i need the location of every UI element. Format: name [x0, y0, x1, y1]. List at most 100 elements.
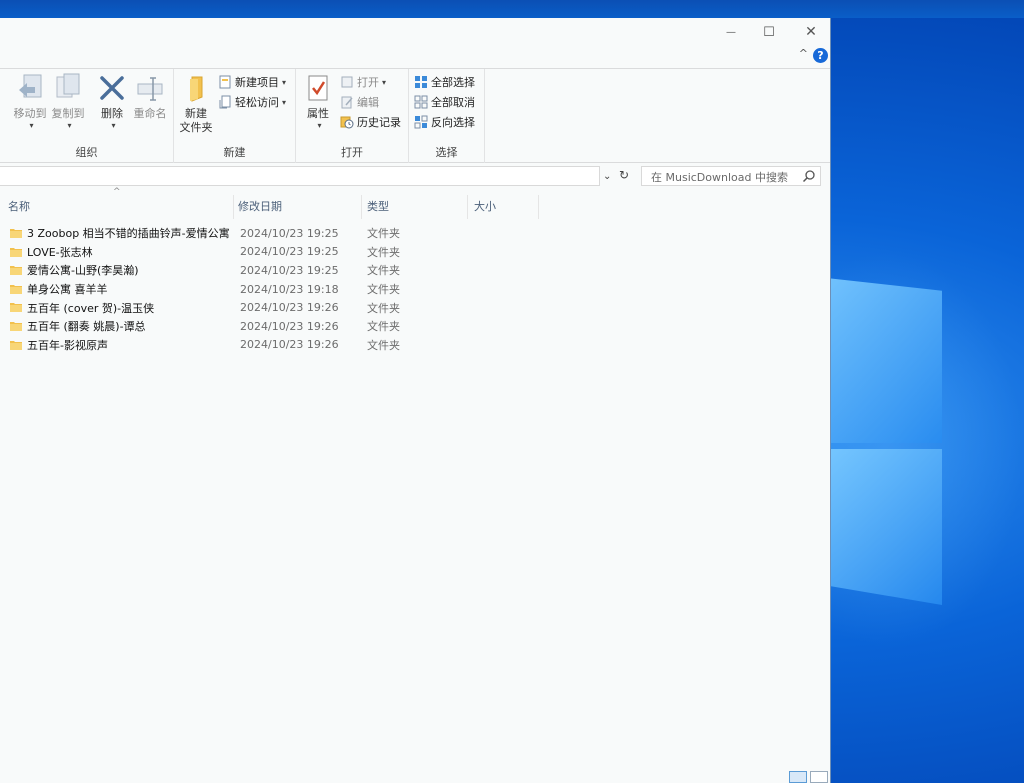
copy-to-button[interactable]: 复制到 ▾	[50, 73, 86, 130]
close-button[interactable]: ✕	[789, 18, 833, 46]
properties-label: 属性	[307, 107, 329, 120]
easy-access-icon	[219, 95, 231, 109]
history-button[interactable]: 历史记录	[340, 113, 401, 131]
select-group-label: 选择	[435, 146, 458, 159]
select-none-button[interactable]: 全部取消	[414, 93, 475, 111]
address-row: ⌄ ↻ 在 MusicDownload 中搜索	[0, 163, 830, 189]
file-type: 文件夹	[367, 264, 400, 278]
column-header-size[interactable]: 大小	[466, 189, 538, 219]
new-folder-label-2: 文件夹	[179, 121, 213, 134]
delete-button[interactable]: 删除 ▾	[96, 73, 128, 130]
file-type: 文件夹	[367, 301, 400, 315]
file-row[interactable]: 单身公寓 喜羊羊 2024/10/23 19:18 文件夹	[0, 280, 830, 299]
new-folder-icon	[190, 76, 203, 102]
file-date: 2024/10/23 19:26	[240, 338, 339, 352]
move-to-icon	[19, 74, 42, 98]
select-none-label: 全部取消	[431, 96, 475, 109]
explorer-window: — ☐ ✕ ^ ? 移动到 ▾ 复制到 ▾ 删除 ▾ 重命名 组织 新建 文件夹…	[0, 18, 831, 783]
file-type: 文件夹	[367, 320, 400, 334]
delete-dropdown-icon: ▾	[111, 121, 116, 130]
address-bar[interactable]	[0, 166, 600, 186]
file-row[interactable]: 五百年-影视原声 2024/10/23 19:26 文件夹	[0, 336, 830, 355]
easy-access-dropdown-icon: ▾	[282, 97, 287, 107]
select-all-button[interactable]: 全部选择	[414, 73, 475, 91]
column-header-date[interactable]: 修改日期	[230, 189, 360, 219]
file-name: 3 Zoobop 相当不错的插曲铃声-爱情公寓	[27, 227, 230, 241]
title-bar: — ☐ ✕	[0, 18, 830, 46]
edit-button[interactable]: 编辑	[340, 93, 379, 111]
search-placeholder: 在 MusicDownload 中搜索	[651, 171, 788, 184]
select-all-icon	[415, 76, 427, 88]
minimize-icon: —	[726, 26, 736, 38]
invert-selection-button[interactable]: 反向选择	[414, 113, 475, 131]
organize-group-label: 组织	[75, 146, 98, 159]
maximize-icon: ☐	[763, 24, 775, 40]
view-toggle-group	[789, 771, 828, 783]
file-row[interactable]: 3 Zoobop 相当不错的插曲铃声-爱情公寓 2024/10/23 19:25…	[0, 224, 830, 243]
open-button[interactable]: 打开 ▾	[340, 73, 386, 91]
file-name: 五百年 (cover 贺)-温玉侠	[27, 301, 155, 315]
file-row[interactable]: LOVE-张志林 2024/10/23 19:25 文件夹	[0, 243, 830, 262]
open-icon	[341, 76, 353, 88]
column-header-row: ^ 名称 修改日期 类型 大小	[0, 187, 830, 219]
folder-icon	[10, 229, 22, 238]
easy-access-label: 轻松访问	[235, 96, 279, 109]
file-row[interactable]: 五百年 (cover 贺)-温玉侠 2024/10/23 19:26 文件夹	[0, 298, 830, 317]
easy-access-button[interactable]: 轻松访问 ▾	[218, 93, 286, 111]
copy-to-icon	[56, 73, 80, 98]
file-type: 文件夹	[367, 227, 400, 241]
refresh-icon[interactable]: ↻	[616, 168, 632, 184]
new-item-icon	[219, 75, 231, 89]
ribbon-collapse-icon[interactable]: ^	[799, 47, 808, 60]
properties-check-icon	[308, 75, 328, 101]
file-name: 爱情公寓-山野(李昊瀚)	[27, 264, 139, 278]
address-history-chevron-icon[interactable]: ⌄	[603, 171, 611, 182]
file-date: 2024/10/23 19:26	[240, 319, 339, 333]
file-type: 文件夹	[367, 245, 400, 259]
properties-dropdown-icon: ▾	[317, 121, 322, 130]
windows-logo-pane-bottom	[831, 449, 942, 605]
search-input[interactable]: 在 MusicDownload 中搜索	[641, 166, 821, 186]
folder-icon	[10, 340, 22, 350]
history-icon	[340, 116, 354, 129]
large-icons-view-button[interactable]	[810, 771, 828, 783]
close-icon: ✕	[805, 24, 817, 40]
help-icon[interactable]: ?	[813, 48, 828, 63]
rename-button[interactable]: 重命名	[130, 73, 170, 121]
edit-label: 编辑	[357, 96, 379, 109]
file-type: 文件夹	[367, 283, 400, 297]
rename-label: 重命名	[133, 107, 167, 120]
delete-label: 删除	[101, 107, 123, 120]
new-group-label: 新建	[223, 146, 246, 159]
file-name: 单身公寓 喜羊羊	[27, 283, 108, 297]
column-header-type[interactable]: 类型	[359, 189, 467, 219]
file-row[interactable]: 五百年 (翻奏 姚晨)-谭总 2024/10/23 19:26 文件夹	[0, 317, 830, 336]
ribbon-tab-row: ^ ?	[0, 46, 830, 68]
file-name: 五百年 (翻奏 姚晨)-谭总	[27, 320, 146, 334]
desktop-top-strip	[0, 0, 1024, 18]
new-folder-button[interactable]: 新建 文件夹	[178, 73, 214, 135]
file-date: 2024/10/23 19:25	[240, 226, 339, 240]
folder-icon	[10, 247, 22, 257]
file-date: 2024/10/23 19:25	[240, 245, 339, 259]
open-dropdown-icon: ▾	[382, 77, 387, 87]
edit-icon	[341, 96, 353, 109]
column-header-name[interactable]: 名称	[0, 189, 233, 219]
properties-button[interactable]: 属性 ▾	[302, 73, 334, 130]
folder-icon	[10, 284, 22, 294]
new-item-button[interactable]: 新建项目 ▾	[218, 73, 286, 91]
open-group-label: 打开	[341, 146, 363, 159]
file-list: 3 Zoobop 相当不错的插曲铃声-爱情公寓 2024/10/23 19:25…	[0, 224, 830, 354]
invert-selection-label: 反向选择	[431, 116, 475, 129]
details-view-button[interactable]	[789, 771, 807, 783]
folder-icon	[10, 266, 22, 276]
column-separator[interactable]	[538, 195, 539, 219]
delete-x-icon	[100, 76, 124, 100]
maximize-button[interactable]: ☐	[747, 18, 791, 46]
rename-icon	[137, 77, 163, 101]
open-label: 打开	[357, 76, 379, 89]
folder-icon	[10, 321, 22, 331]
move-to-button[interactable]: 移动到 ▾	[12, 73, 48, 130]
file-name: 五百年-影视原声	[27, 338, 108, 352]
file-row[interactable]: 爱情公寓-山野(李昊瀚) 2024/10/23 19:25 文件夹	[0, 261, 830, 280]
